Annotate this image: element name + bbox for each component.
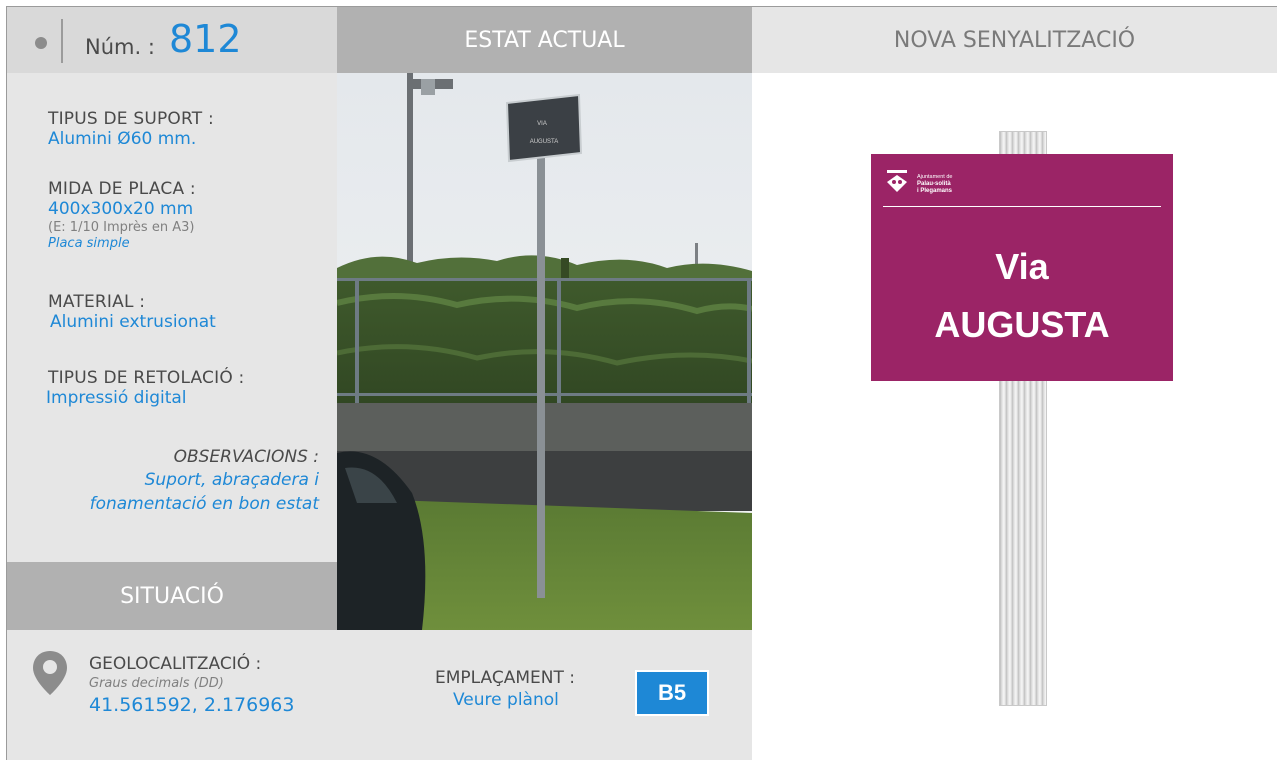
mida-label: MIDA DE PLACA : xyxy=(48,179,196,199)
situacio-header: SITUACIÓ xyxy=(7,562,337,630)
material-block: MATERIAL : Alumini extrusionat xyxy=(48,292,338,332)
geolocation-label: GEOLOCALITZACIÓ : xyxy=(89,654,262,674)
number-label: Núm. : xyxy=(85,35,155,59)
divider xyxy=(61,19,63,63)
observacions-label: OBSERVACIONS : xyxy=(173,447,319,467)
new-signage-title: NOVA SENYALITZACIÓ xyxy=(893,28,1136,53)
view-map-link[interactable]: Veure plànol xyxy=(453,690,559,710)
retolacio-block: TIPUS DE RETOLACIÓ : Impressió digital xyxy=(46,368,338,408)
number-value: 812 xyxy=(169,17,242,61)
sign-street-line1: Via xyxy=(995,246,1049,287)
new-sign-plate: Ajuntament de Palau-solità i Plegamans V… xyxy=(871,154,1173,381)
material-value: Alumini extrusionat xyxy=(50,312,216,332)
geolocation-value: 41.561592, 2.176963 xyxy=(89,694,295,716)
mida-scale: (E: 1/10 Imprès en A3) xyxy=(48,220,195,235)
mida-type: Placa simple xyxy=(48,236,130,251)
bullet-icon xyxy=(35,37,47,49)
observacions-line2: fonamentació en bon estat xyxy=(89,494,319,514)
new-signage-area: Ajuntament de Palau-solità i Plegamans V… xyxy=(752,73,1277,760)
new-signage-header: NOVA SENYALITZACIÓ xyxy=(752,7,1277,73)
grid-code-badge: B5 xyxy=(635,670,709,716)
current-state-photo: VIA AUGUSTA xyxy=(337,73,752,630)
retolacio-label: TIPUS DE RETOLACIÓ : xyxy=(48,368,245,388)
photo-scene: VIA AUGUSTA xyxy=(337,73,752,630)
mida-value: 400x300x20 mm xyxy=(48,199,194,219)
sign-rule xyxy=(883,206,1161,207)
situacio-title: SITUACIÓ xyxy=(120,584,224,609)
material-label: MATERIAL : xyxy=(48,292,146,312)
map-pin-icon xyxy=(33,651,67,695)
retolacio-value: Impressió digital xyxy=(46,388,187,408)
current-state-title: ESTAT ACTUAL xyxy=(464,28,625,53)
sign-street-line2: AUGUSTA xyxy=(934,304,1110,345)
mida-block: MIDA DE PLACA : 400x300x20 mm (E: 1/10 I… xyxy=(48,179,338,251)
observacions-line1: Suport, abraçadera i xyxy=(144,470,319,490)
sign-org-line1: Ajuntament de xyxy=(917,174,953,180)
location-panel: GEOLOCALITZACIÓ : Graus decimals (DD) 41… xyxy=(7,630,752,760)
emplacament-label: EMPLAÇAMENT : xyxy=(435,668,575,688)
suport-label: TIPUS DE SUPORT : xyxy=(48,109,214,129)
photo-sign-text-1: VIA xyxy=(537,121,547,127)
sign-org-line2: Palau-solità xyxy=(917,181,951,187)
suport-block: TIPUS DE SUPORT : Alumini Ø60 mm. xyxy=(48,109,338,149)
photo-sign-text-2: AUGUSTA xyxy=(530,139,559,145)
sign-org-line3: i Plegamans xyxy=(917,188,953,194)
suport-value: Alumini Ø60 mm. xyxy=(48,129,197,149)
geolocation-format: Graus decimals (DD) xyxy=(89,676,224,691)
municipal-shield-icon xyxy=(887,170,907,192)
observacions-block: OBSERVACIONS : Suport, abraçadera i fona… xyxy=(7,447,319,516)
current-state-header: ESTAT ACTUAL xyxy=(337,7,752,73)
number-header: Núm. : 812 xyxy=(7,7,337,73)
